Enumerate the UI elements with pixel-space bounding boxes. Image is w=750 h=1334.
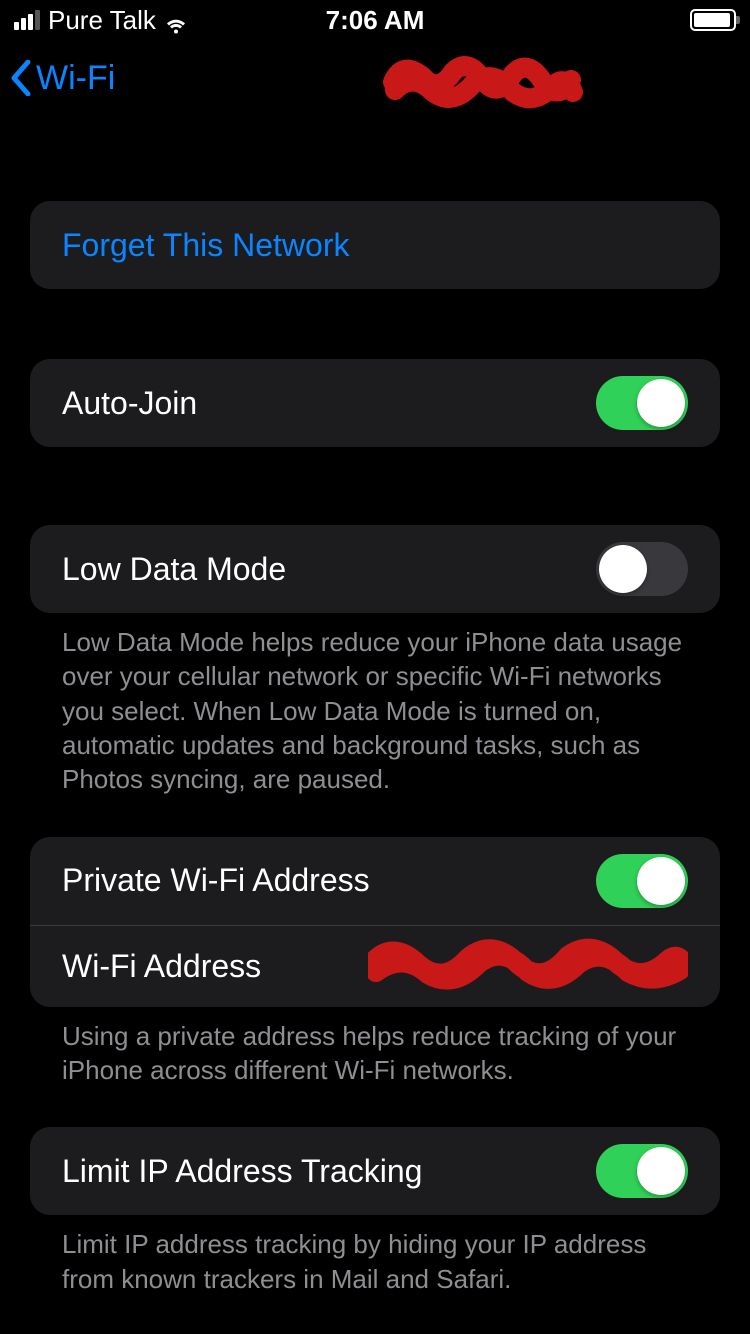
battery-icon — [690, 9, 736, 31]
status-right — [690, 9, 736, 31]
auto-join-row: Auto-Join — [30, 359, 720, 447]
redacted-title — [383, 52, 583, 117]
low-data-mode-label: Low Data Mode — [62, 551, 286, 588]
wifi-address-row: Wi-Fi Address — [30, 925, 720, 1007]
limit-ip-group: Limit IP Address Tracking — [30, 1127, 720, 1215]
nav-bar: Wi-Fi — [0, 40, 750, 116]
private-address-group: Private Wi-Fi Address Wi-Fi Address — [30, 837, 720, 1007]
private-wifi-address-label: Private Wi-Fi Address — [62, 862, 370, 899]
chevron-left-icon — [10, 60, 32, 96]
cellular-signal-icon — [14, 10, 40, 30]
back-button[interactable]: Wi-Fi — [10, 59, 115, 98]
wifi-address-label: Wi-Fi Address — [62, 948, 261, 985]
limit-ip-row: Limit IP Address Tracking — [30, 1127, 720, 1215]
private-wifi-address-row: Private Wi-Fi Address — [30, 837, 720, 925]
redacted-wifi-address — [368, 934, 688, 998]
limit-ip-label: Limit IP Address Tracking — [62, 1153, 422, 1190]
low-data-mode-group: Low Data Mode — [30, 525, 720, 613]
status-bar: Pure Talk 7:06 AM — [0, 0, 750, 40]
private-wifi-address-toggle[interactable] — [596, 854, 688, 908]
carrier-label: Pure Talk — [48, 5, 156, 36]
low-data-mode-toggle[interactable] — [596, 542, 688, 596]
auto-join-toggle[interactable] — [596, 376, 688, 430]
auto-join-label: Auto-Join — [62, 385, 197, 422]
forget-network-label: Forget This Network — [62, 227, 350, 264]
limit-ip-footer: Limit IP address tracking by hiding your… — [30, 1215, 720, 1296]
low-data-mode-row: Low Data Mode — [30, 525, 720, 613]
private-address-footer: Using a private address helps reduce tra… — [30, 1007, 720, 1088]
low-data-mode-footer: Low Data Mode helps reduce your iPhone d… — [30, 613, 720, 797]
forget-network-row[interactable]: Forget This Network — [30, 201, 720, 289]
wifi-icon — [164, 11, 188, 29]
forget-network-group: Forget This Network — [30, 201, 720, 289]
status-left: Pure Talk — [14, 5, 188, 36]
auto-join-group: Auto-Join — [30, 359, 720, 447]
back-label: Wi-Fi — [36, 59, 115, 98]
limit-ip-toggle[interactable] — [596, 1144, 688, 1198]
